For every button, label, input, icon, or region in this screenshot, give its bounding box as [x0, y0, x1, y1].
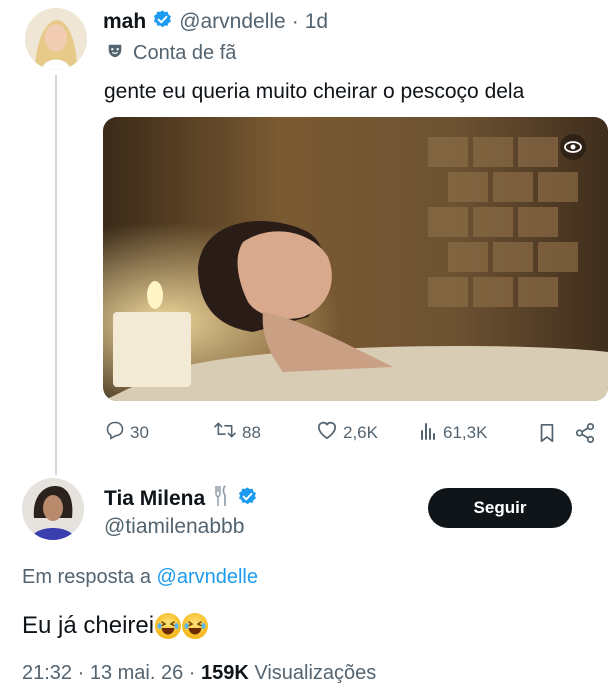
in-reply-to: Em resposta a @arvndelle: [22, 566, 258, 589]
laughing-emoji-icon: [155, 613, 182, 639]
tweet-media[interactable]: [103, 117, 608, 401]
views-chart-icon: [420, 420, 438, 445]
tweet-header: mah @arvndelle · 1d: [103, 9, 328, 35]
fan-account-label: Conta de fã: [106, 42, 236, 65]
reply-views-count: 159K: [201, 662, 249, 684]
reply-views-label: Visualizações: [254, 662, 377, 684]
tweet-time[interactable]: 1d: [305, 10, 328, 34]
tweet-actions: 30 88 2,6K 61,3K: [105, 420, 602, 445]
fan-account-text: Conta de fã: [133, 42, 237, 64]
retweet-button[interactable]: 88: [213, 420, 316, 445]
author-avatar[interactable]: [25, 8, 87, 70]
author-name[interactable]: mah: [103, 10, 146, 34]
reply-author-row: Tia Milena: [104, 485, 258, 512]
author-handle[interactable]: @arvndelle: [179, 10, 286, 34]
verified-badge-icon: [152, 9, 173, 35]
views-count: 61,3K: [443, 422, 488, 442]
in-reply-prefix: Em resposta a: [22, 566, 151, 588]
retweet-icon: [213, 420, 237, 445]
reply-meta-row: 21:32 · 13 mai. 26 · 159K Visualizações: [22, 662, 376, 685]
reply-author-avatar[interactable]: [22, 478, 84, 540]
thread-connector-line: [55, 75, 57, 475]
bookmark-icon[interactable]: [538, 423, 574, 443]
follow-button[interactable]: Seguir: [428, 488, 572, 528]
retweet-count: 88: [242, 422, 261, 442]
fork-knife-icon: [213, 485, 229, 512]
reply-verified-badge-icon: [237, 486, 258, 512]
heart-icon: [316, 420, 338, 445]
like-count: 2,6K: [343, 422, 378, 442]
reply-button[interactable]: 30: [105, 420, 213, 445]
reply-text-row: Eu já cheirei: [22, 612, 209, 640]
reply-author-name[interactable]: Tia Milena: [104, 487, 205, 511]
tweet-text: gente eu queria muito cheirar o pescoço …: [104, 80, 525, 103]
views-button[interactable]: 61,3K: [420, 420, 538, 445]
theater-masks-icon: [106, 42, 124, 65]
reply-author-handle[interactable]: @tiamilenabbb: [104, 515, 244, 539]
time-separator: ·: [291, 10, 299, 33]
in-reply-handle-link[interactable]: @arvndelle: [157, 566, 258, 588]
reply-timestamp[interactable]: 21:32 · 13 mai. 26 ·: [22, 662, 195, 684]
reply-icon: [105, 420, 125, 445]
laughing-emoji-icon: [182, 613, 209, 639]
reply-text: Eu já cheirei: [22, 612, 155, 639]
like-button[interactable]: 2,6K: [316, 420, 420, 445]
share-icon[interactable]: [574, 422, 596, 444]
reply-count: 30: [130, 422, 149, 442]
